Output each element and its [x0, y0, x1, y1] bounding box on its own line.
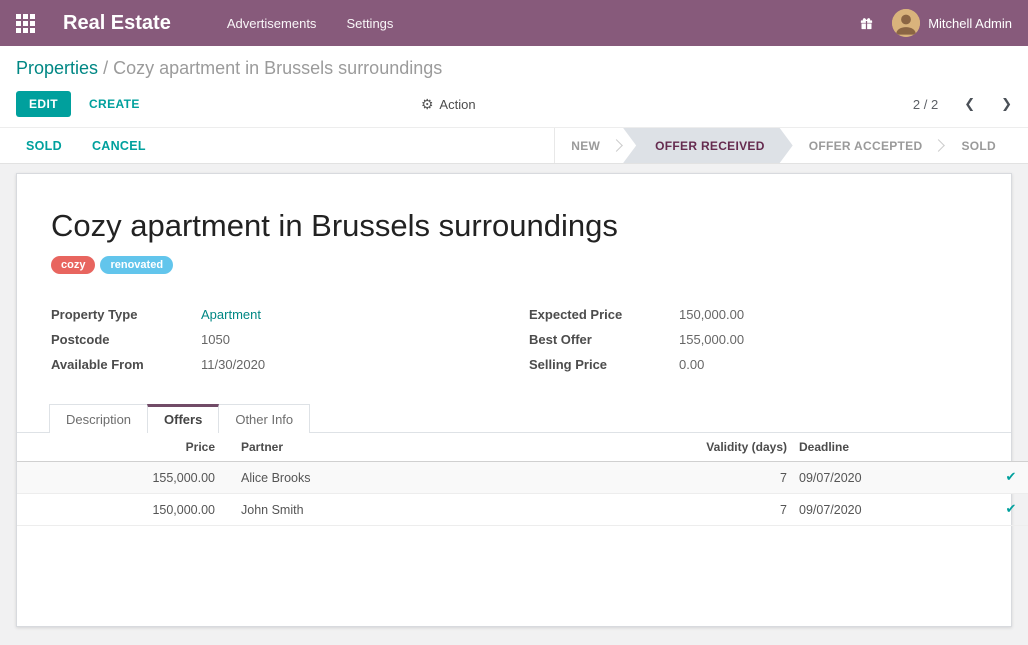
field-label: Expected Price — [529, 302, 679, 327]
accept-offer-icon[interactable]: ✔ — [1006, 502, 1017, 517]
field-value: 1050 — [201, 327, 230, 352]
offer-price: 150,000.00 — [17, 494, 229, 526]
offer-partner: Alice Brooks — [229, 462, 597, 494]
menu-advertisements[interactable]: Advertisements — [227, 16, 317, 31]
record-title: Cozy apartment in Brussels surroundings — [51, 174, 977, 244]
field-column-left: Property Type Apartment Postcode 1050 Av… — [51, 302, 499, 377]
field-label: Available From — [51, 352, 201, 377]
field-grid: Property Type Apartment Postcode 1050 Av… — [51, 302, 977, 377]
menu-settings[interactable]: Settings — [346, 16, 393, 31]
stage-offer-received[interactable]: OFFER RECEIVED — [623, 128, 793, 163]
offer-deadline: 09/07/2020 — [787, 462, 993, 494]
offers-header-row: Price Partner Validity (days) Deadline — [17, 433, 1028, 462]
stage-sold[interactable]: SOLD — [945, 128, 1012, 163]
field-value: 11/30/2020 — [201, 352, 265, 377]
user-name: Mitchell Admin — [928, 16, 1012, 31]
offer-partner: John Smith — [229, 494, 597, 526]
field-label: Selling Price — [529, 352, 679, 377]
field-property-type: Property Type Apartment — [51, 302, 499, 327]
field-available-from: Available From 11/30/2020 — [51, 352, 499, 377]
field-selling-price: Selling Price 0.00 — [529, 352, 977, 377]
tab-other-info[interactable]: Other Info — [218, 404, 310, 433]
stage-new[interactable]: NEW — [555, 128, 616, 163]
stage-pipeline: NEW OFFER RECEIVED OFFER ACCEPTED SOLD — [554, 128, 1028, 163]
offers-table: Price Partner Validity (days) Deadline 1… — [17, 433, 1028, 526]
app-title[interactable]: Real Estate — [63, 12, 171, 35]
offer-row-1[interactable]: 155,000.00 Alice Brooks 7 09/07/2020 ✔ ✖ — [17, 462, 1028, 494]
pager-previous-icon[interactable]: ❮ — [964, 96, 975, 112]
sold-button[interactable]: SOLD — [16, 133, 72, 159]
column-header-validity[interactable]: Validity (days) — [597, 433, 787, 462]
pager-value: 2 / 2 — [913, 97, 938, 112]
field-postcode: Postcode 1050 — [51, 327, 499, 352]
pager: 2 / 2 ❮ ❯ — [913, 96, 1012, 112]
notebook-tabs: Description Offers Other Info — [17, 404, 1011, 433]
status-bar: SOLD CANCEL NEW OFFER RECEIVED OFFER ACC… — [0, 127, 1028, 164]
field-value: 150,000.00 — [679, 302, 744, 327]
column-header-deadline[interactable]: Deadline — [787, 433, 993, 462]
tag-cozy[interactable]: cozy — [51, 256, 95, 274]
action-label: Action — [439, 97, 475, 112]
offer-row-2[interactable]: 150,000.00 John Smith 7 09/07/2020 ✔ ✖ — [17, 494, 1028, 526]
column-header-partner[interactable]: Partner — [229, 433, 597, 462]
tab-description[interactable]: Description — [49, 404, 148, 433]
field-best-offer: Best Offer 155,000.00 — [529, 327, 977, 352]
offer-deadline: 09/07/2020 — [787, 494, 993, 526]
field-label: Postcode — [51, 327, 201, 352]
field-value: 155,000.00 — [679, 327, 744, 352]
cancel-button[interactable]: CANCEL — [82, 133, 156, 159]
gear-icon: ⚙ — [421, 96, 434, 113]
navbar-right: Mitchell Admin — [859, 9, 1012, 37]
field-label: Property Type — [51, 302, 201, 327]
tag-list: cozy renovated — [51, 256, 977, 274]
offer-validity: 7 — [597, 462, 787, 494]
offer-price: 155,000.00 — [17, 462, 229, 494]
accept-offer-icon[interactable]: ✔ — [1006, 470, 1017, 485]
control-panel: EDIT CREATE ⚙ Action 2 / 2 ❮ ❯ — [0, 87, 1028, 127]
field-column-right: Expected Price 150,000.00 Best Offer 155… — [529, 302, 977, 377]
form-sheet: Cozy apartment in Brussels surroundings … — [16, 173, 1012, 627]
offer-validity: 7 — [597, 494, 787, 526]
breadcrumb-parent-link[interactable]: Properties — [16, 58, 98, 78]
user-menu[interactable]: Mitchell Admin — [892, 9, 1012, 37]
apps-grid-icon[interactable] — [16, 14, 35, 33]
column-header-price[interactable]: Price — [17, 433, 229, 462]
statusbar-buttons: SOLD CANCEL — [0, 128, 156, 163]
create-button[interactable]: CREATE — [89, 97, 140, 111]
property-type-link[interactable]: Apartment — [201, 302, 261, 327]
stage-offer-accepted[interactable]: OFFER ACCEPTED — [793, 128, 939, 163]
tag-renovated[interactable]: renovated — [100, 256, 173, 274]
gift-icon[interactable] — [859, 16, 874, 31]
action-menu[interactable]: ⚙ Action — [421, 96, 476, 113]
top-navbar: Real Estate Advertisements Settings Mitc… — [0, 0, 1028, 46]
main-menu: Advertisements Settings — [227, 16, 394, 31]
tab-offers[interactable]: Offers — [147, 404, 219, 433]
field-expected-price: Expected Price 150,000.00 — [529, 302, 977, 327]
breadcrumb-separator: / — [103, 58, 108, 78]
user-avatar — [892, 9, 920, 37]
field-label: Best Offer — [529, 327, 679, 352]
breadcrumb-current: Cozy apartment in Brussels surroundings — [113, 58, 442, 78]
field-value: 0.00 — [679, 352, 704, 377]
edit-button[interactable]: EDIT — [16, 91, 71, 117]
breadcrumb: Properties / Cozy apartment in Brussels … — [0, 46, 1028, 87]
pager-next-icon[interactable]: ❯ — [1001, 96, 1012, 112]
